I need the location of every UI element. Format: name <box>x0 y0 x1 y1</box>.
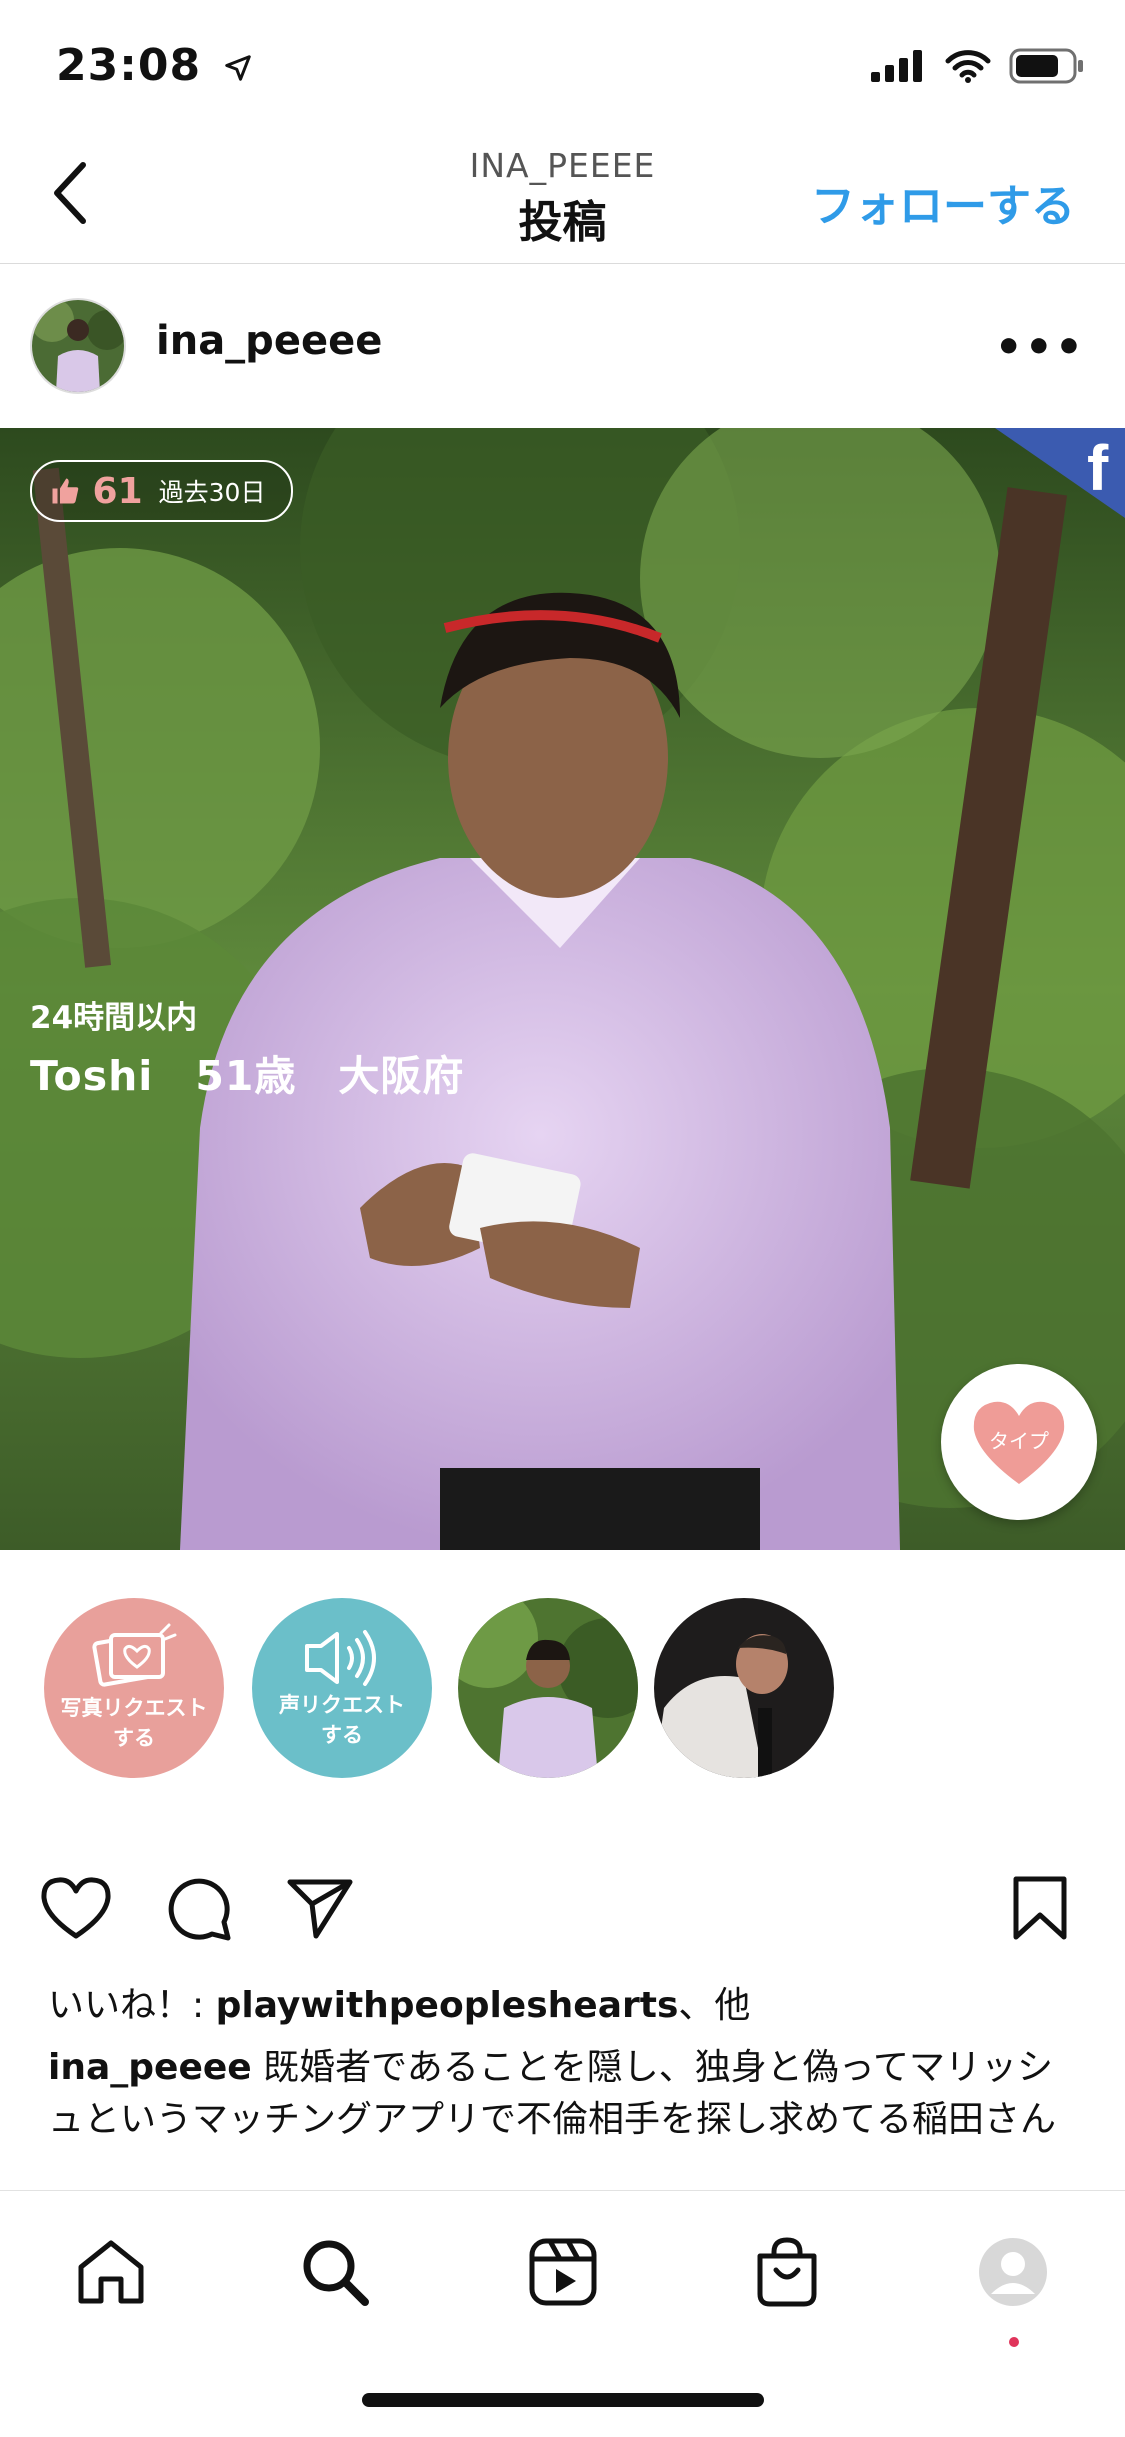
nav-shop[interactable] <box>742 2227 832 2317</box>
photo-request-label-1: 写真リクエスト <box>60 1696 208 1720</box>
type-button-label: タイプ <box>989 1430 1049 1453</box>
search-icon <box>303 2240 369 2306</box>
reels-icon <box>529 2238 597 2306</box>
like-period-label: 過去30日 <box>158 478 266 507</box>
battery-icon <box>1009 48 1083 84</box>
wifi-icon <box>945 50 991 83</box>
top-header: INA_PEEEE 投稿 フォローする <box>0 128 1125 264</box>
caption-username[interactable]: ina_peeee <box>48 2047 252 2088</box>
photo-request-icon <box>92 1623 177 1687</box>
thumbs-up-icon <box>52 478 79 503</box>
home-indicator[interactable] <box>362 2393 764 2407</box>
follow-button[interactable]: フォローする <box>811 170 1075 234</box>
thumb-photo-1 <box>458 1598 638 1778</box>
avatar-photo <box>32 300 124 392</box>
photo-request-button[interactable]: 写真リクエスト する <box>44 1598 224 1778</box>
thumb-photo-2 <box>654 1598 834 1778</box>
comment-icon <box>168 1878 231 1941</box>
comment-button[interactable] <box>158 1868 238 1948</box>
location-arrow-icon <box>225 55 252 81</box>
nav-profile[interactable] <box>968 2227 1058 2317</box>
voice-request-label-1: 声リクエスト <box>279 1693 405 1717</box>
profile-icon <box>979 2238 1047 2306</box>
like-count-badge: 61 過去30日 <box>30 460 294 522</box>
voice-request-label-2: する <box>321 1723 363 1747</box>
svg-text:f: f <box>1087 432 1109 504</box>
photo-profile-info: Toshi 51歳 大阪府 <box>30 1052 465 1100</box>
heart-icon: タイプ <box>973 1401 1065 1484</box>
nav-reels[interactable] <box>518 2227 608 2317</box>
likes-suffix: 、他 <box>678 1985 751 2026</box>
heart-outline-icon <box>41 1877 111 1939</box>
profile-photo-thumb-1[interactable] <box>458 1598 638 1778</box>
like-button[interactable] <box>36 1868 116 1948</box>
more-options-button[interactable]: ••• <box>995 322 1085 373</box>
status-time: 23:08 <box>56 40 253 91</box>
profile-notification-dot <box>1009 2337 1019 2347</box>
like-count-value: 61 <box>92 470 143 512</box>
bookmark-icon <box>1013 1876 1067 1940</box>
photo-request-label-2: する <box>113 1726 155 1750</box>
nav-search[interactable] <box>290 2227 380 2317</box>
post-username[interactable]: ina_peeee <box>156 318 382 364</box>
facebook-icon: f <box>995 428 1125 518</box>
share-button[interactable] <box>280 1868 360 1948</box>
type-button[interactable]: タイプ <box>941 1364 1097 1520</box>
likes-user[interactable]: playwithpeopleshearts <box>216 1985 679 2026</box>
post-photo[interactable]: 61 過去30日 f 24時間以内 Toshi 51歳 大阪府 タイプ <box>0 428 1125 1550</box>
signal-icon <box>871 50 922 82</box>
home-icon <box>78 2240 144 2304</box>
post-avatar[interactable] <box>30 298 126 394</box>
likes-summary[interactable]: いいね！: playwithpeopleshearts、他 <box>48 1976 750 2028</box>
likes-prefix: いいね！: <box>48 1985 216 2026</box>
save-button[interactable] <box>1000 1868 1080 1948</box>
speaker-icon <box>305 1630 376 1686</box>
profile-photo-thumb-2[interactable] <box>654 1598 834 1778</box>
post-caption: ina_peeee 既婚者であることを隠し、独身と偽ってマリッシュというマッチン… <box>48 2042 1078 2146</box>
photo-time-label: 24時間以内 <box>30 1000 198 1036</box>
photo-scene <box>0 428 1125 1550</box>
nav-home[interactable] <box>66 2227 156 2317</box>
shop-icon <box>757 2237 817 2307</box>
post-action-bar <box>0 1868 1125 1958</box>
status-indicators <box>871 48 1085 84</box>
voice-request-button[interactable]: 声リクエスト する <box>252 1598 432 1778</box>
send-icon <box>287 1879 353 1939</box>
